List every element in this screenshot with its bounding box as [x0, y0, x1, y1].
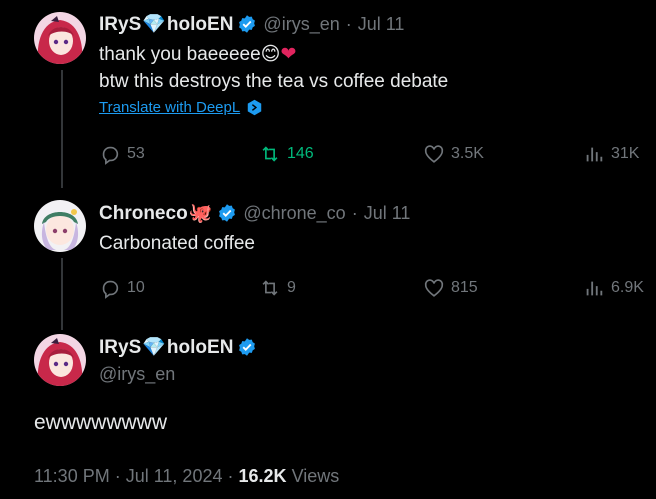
- tweet-header: Chroneco🐙 @chrone_co · Jul 11: [99, 201, 410, 225]
- like-button[interactable]: 815: [423, 277, 478, 299]
- thread-connector: [61, 258, 63, 330]
- tweet-actions: 53 146 3.5K 31K: [99, 143, 645, 167]
- views-button[interactable]: 6.9K: [583, 277, 644, 299]
- avatar-irys[interactable]: [34, 334, 86, 386]
- like-count: 815: [451, 279, 478, 296]
- tweet-text: thank you baeeeee😊❤ btw this destroys th…: [99, 44, 449, 92]
- thread-connector: [61, 70, 63, 188]
- reply-button[interactable]: 10: [99, 277, 145, 299]
- main-tweet-header: IRyS💎holoEN: [99, 335, 257, 359]
- verified-icon: [239, 15, 256, 33]
- main-tweet-text: ewwwwwwww: [34, 411, 168, 434]
- retweet-count: 9: [287, 279, 296, 296]
- retweet-count: 146: [287, 145, 314, 162]
- translate-row: Translate with DeepL: [99, 99, 263, 116]
- view-count: 6.9K: [611, 279, 644, 296]
- deepl-icon[interactable]: [246, 99, 263, 116]
- retweet-icon: [262, 146, 278, 162]
- like-count: 3.5K: [451, 145, 484, 162]
- retweet-button[interactable]: 9: [259, 277, 296, 299]
- author-handle[interactable]: @irys_en: [99, 364, 175, 385]
- tweet-timestamp: 11:30 PM · Jul 11, 2024 · 16.2K Views: [34, 466, 339, 487]
- reply-count: 10: [127, 279, 145, 296]
- tweet-header: IRyS💎holoEN @irys_en · Jul 11: [99, 12, 404, 36]
- tweet-actions: 10 9 815 6.9K: [99, 277, 645, 301]
- author-handle[interactable]: @irys_en: [263, 14, 339, 35]
- translate-link[interactable]: Translate with DeepL: [99, 99, 240, 116]
- verified-icon: [219, 204, 236, 222]
- avatar-irys[interactable]: [34, 12, 86, 64]
- author-name[interactable]: IRyS💎holoEN: [99, 12, 233, 36]
- tweet-text: Carbonated coffee: [99, 233, 255, 254]
- like-button[interactable]: 3.5K: [423, 143, 484, 165]
- author-name[interactable]: IRyS💎holoEN: [99, 335, 233, 359]
- gem-emoji-icon: 💎: [142, 337, 166, 358]
- tweet-full-date[interactable]: Jul 11, 2024: [126, 466, 223, 486]
- views-button[interactable]: 31K: [583, 143, 639, 165]
- tweet-time[interactable]: 11:30 PM: [34, 466, 110, 486]
- red-heart-emoji-icon: ❤: [280, 44, 297, 65]
- verified-icon: [239, 338, 256, 356]
- avatar-chroneco[interactable]: [34, 200, 86, 252]
- smiling-face-emoji-icon: 😊: [260, 44, 281, 65]
- octopus-emoji-icon: 🐙: [188, 203, 213, 224]
- separator-dot: ·: [114, 466, 126, 486]
- views-label: Views: [291, 466, 340, 486]
- views-count: 16.2K: [238, 466, 287, 486]
- author-handle[interactable]: @chrone_co: [243, 203, 345, 224]
- like-icon: [424, 145, 444, 163]
- tweet-date[interactable]: Jul 11: [364, 203, 411, 224]
- reply-icon: [102, 280, 119, 299]
- separator-dot: ·: [227, 466, 239, 486]
- reply-button[interactable]: 53: [99, 143, 145, 165]
- author-name[interactable]: Chroneco🐙: [99, 201, 213, 225]
- separator-dot: ·: [345, 13, 352, 34]
- like-icon: [424, 279, 444, 297]
- view-count: 31K: [611, 145, 640, 162]
- tweet-date[interactable]: Jul 11: [358, 14, 405, 35]
- reply-count: 53: [127, 145, 145, 162]
- gem-emoji-icon: 💎: [142, 14, 166, 35]
- retweet-icon: [262, 280, 278, 296]
- retweet-button[interactable]: 146: [259, 143, 314, 165]
- reply-icon: [102, 146, 119, 165]
- separator-dot: ·: [351, 202, 358, 223]
- views-icon: [586, 281, 603, 296]
- views-icon: [586, 147, 603, 162]
